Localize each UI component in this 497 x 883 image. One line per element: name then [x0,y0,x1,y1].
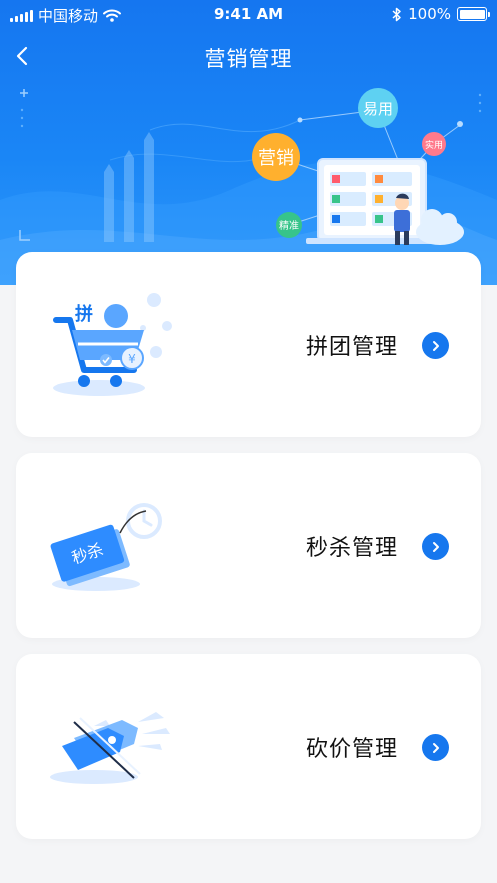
navigation-bar: 营销管理 [0,34,497,78]
bar-chart-decoration [104,132,154,242]
price-cut-icon [50,712,170,784]
flash-sale-icon: 秒杀 [50,503,162,591]
marketing-illustration: 营销 易用 实用 精准 [19,88,482,245]
chevron-right-icon[interactable] [422,332,449,359]
battery-icon [457,7,490,21]
header-banner: 中国移动 9:41 AM 100% 营销管理 营销 易用 实用 精准 [0,0,497,285]
bargain-card[interactable]: 砍价管理 [16,654,481,839]
battery-percentage: 100% [408,5,451,23]
battery-level [459,9,485,19]
cart-icon: ¥ 拼 [53,293,172,396]
practical-bubble-label: 实用 [425,139,443,151]
plus-decoration-icon [20,89,28,97]
bluetooth-icon [392,7,401,21]
marketing-bubble-label: 营销 [258,148,294,169]
chevron-right-icon[interactable] [422,734,449,761]
cloud-icon [416,209,464,245]
group-buy-label: 拼团管理 [306,335,399,360]
flash-sale-card[interactable]: 秒杀 秒杀管理 [16,453,481,638]
flash-sale-label: 秒杀管理 [306,536,399,561]
chevron-right-icon[interactable] [422,533,449,560]
group-buy-card[interactable]: ¥ 拼 拼团管理 [16,252,481,437]
group-buy-badge: 拼 [75,303,93,325]
svg-text:¥: ¥ [128,352,136,366]
precise-bubble-label: 精准 [279,219,299,232]
page-title: 营销管理 [204,47,293,71]
status-bar: 中国移动 9:41 AM 100% [0,0,497,28]
bargain-label: 砍价管理 [306,737,399,762]
easy-bubble-label: 易用 [363,100,393,118]
